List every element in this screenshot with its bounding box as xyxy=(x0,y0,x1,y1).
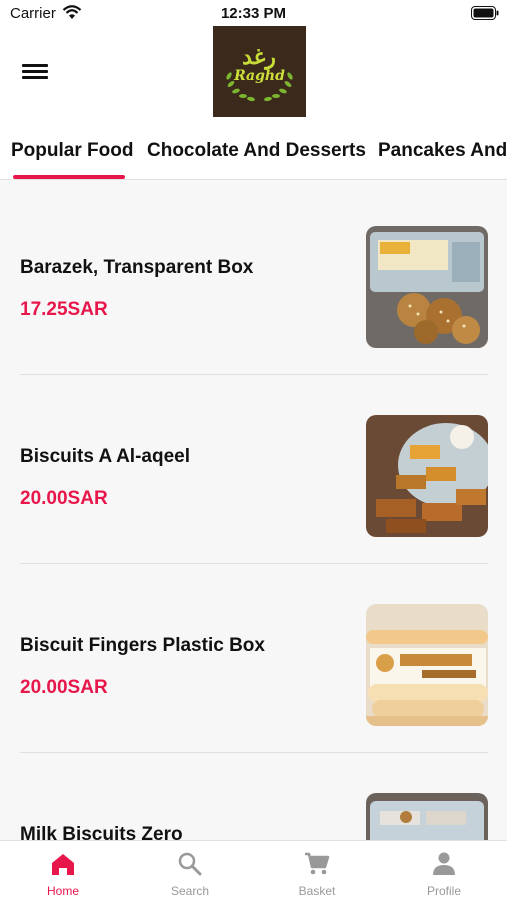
nav-search[interactable]: Search xyxy=(127,841,253,900)
logo-text: Raghd xyxy=(234,68,285,84)
nav-home[interactable]: Home xyxy=(0,841,126,900)
product-name: Biscuit Fingers Plastic Box xyxy=(20,635,265,656)
nav-home-label: Home xyxy=(46,884,79,898)
battery-icon xyxy=(471,6,499,20)
barazek-cookies-photo xyxy=(366,226,488,348)
menu-icon[interactable] xyxy=(22,61,48,85)
product-item[interactable]: Biscuit Fingers Plastic Box 20.00SAR xyxy=(20,564,488,753)
app-header: رغد Raghd xyxy=(0,26,507,120)
product-list[interactable]: Barazek, Transparent Box 17.25SAR Biscui… xyxy=(0,180,507,840)
product-name: Barazek, Transparent Box xyxy=(20,257,254,278)
category-tabs: Popular Food Chocolate And Desserts Panc… xyxy=(0,120,507,180)
biscuit-fingers-photo xyxy=(366,604,488,726)
logo-arabic-text: رغد xyxy=(242,44,276,70)
milk-biscuits-photo xyxy=(366,793,488,840)
biscuit-packs-photo xyxy=(366,415,488,537)
product-item[interactable]: Milk Biscuits Zero xyxy=(20,753,488,840)
status-time: 12:33 PM xyxy=(220,5,287,22)
tab-popular-food[interactable]: Popular Food xyxy=(11,140,133,162)
product-price: 20.00SAR xyxy=(20,488,108,509)
nav-profile[interactable]: Profile xyxy=(381,841,507,900)
nav-basket-label: Basket xyxy=(298,884,336,898)
search-icon xyxy=(178,852,202,876)
cart-icon xyxy=(305,852,330,875)
nav-basket[interactable]: Basket xyxy=(254,841,380,900)
tab-pancakes-and[interactable]: Pancakes And xyxy=(378,140,507,162)
profile-icon xyxy=(433,852,455,875)
nav-profile-label: Profile xyxy=(426,884,461,898)
bottom-navigation: Home Search Basket Profile xyxy=(0,840,507,900)
active-tab-indicator xyxy=(13,175,125,179)
nav-search-label: Search xyxy=(170,884,210,898)
product-name: Milk Biscuits Zero xyxy=(20,824,183,840)
product-item[interactable]: Biscuits A Al-aqeel 20.00SAR xyxy=(20,375,488,564)
brand-logo: رغد Raghd xyxy=(213,26,306,117)
tab-chocolate-and-desserts[interactable]: Chocolate And Desserts xyxy=(147,140,366,162)
product-name: Biscuits A Al-aqeel xyxy=(20,446,190,467)
product-price: 17.25SAR xyxy=(20,299,108,320)
product-price: 20.00SAR xyxy=(20,677,108,698)
home-icon xyxy=(52,854,74,875)
status-bar: Carrier 12:33 PM xyxy=(0,0,507,28)
product-item[interactable]: Barazek, Transparent Box 17.25SAR xyxy=(20,186,488,375)
